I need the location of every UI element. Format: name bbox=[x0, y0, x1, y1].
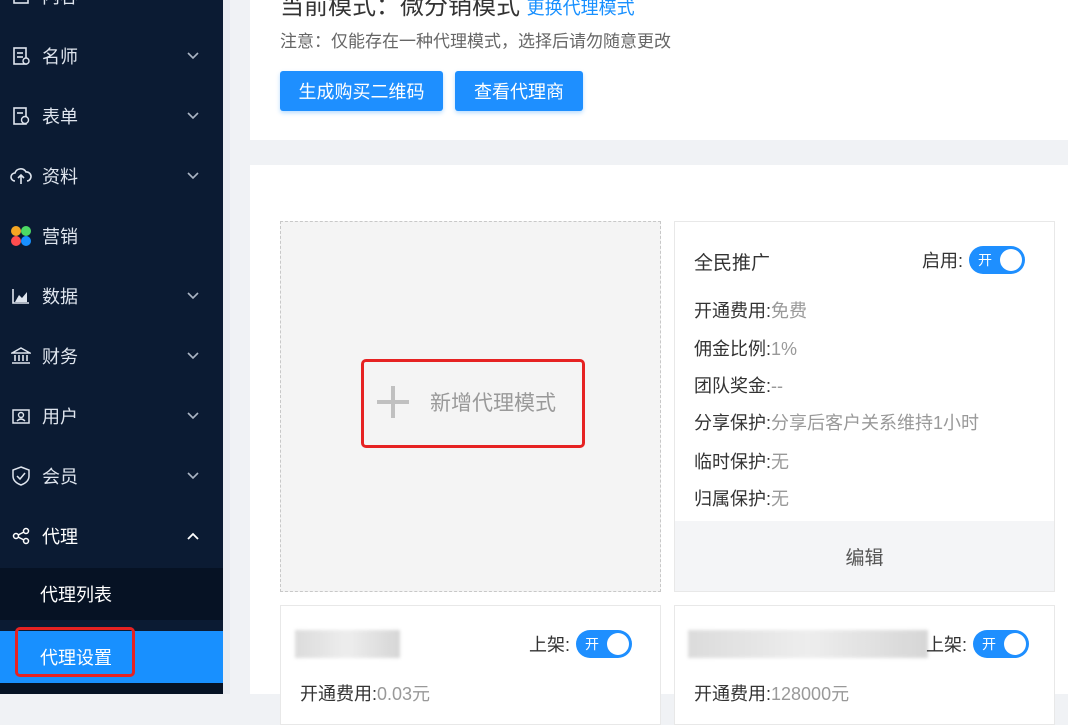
mode-header-panel bbox=[250, 0, 1068, 140]
sidebar-item-teacher[interactable]: 名师 bbox=[0, 26, 223, 86]
sidebar-sub-next bbox=[0, 683, 223, 694]
sidebar-item-label: 代理 bbox=[42, 527, 78, 547]
toggle-on-text: 开 bbox=[978, 252, 993, 268]
enable-toggle[interactable]: 开 bbox=[969, 246, 1026, 274]
sidebar-item-materials[interactable]: 资料 bbox=[0, 146, 223, 206]
info-row-share-protect: 分享保护:分享后客户关系维持1小时 bbox=[694, 409, 979, 435]
sidebar-item-data[interactable]: 数据 bbox=[0, 266, 223, 326]
chevron-up-icon bbox=[185, 532, 201, 540]
chevron-down-icon bbox=[185, 472, 201, 480]
row-value: 0.03元 bbox=[377, 684, 431, 704]
toggle-knob bbox=[1000, 249, 1023, 271]
shelf-toggle[interactable]: 开 bbox=[973, 630, 1030, 658]
content-icon bbox=[10, 0, 32, 7]
sidebar-item-label: 会员 bbox=[42, 467, 78, 487]
marketing-color-icon bbox=[10, 225, 32, 247]
sidebar-item-label: 财务 bbox=[42, 347, 78, 367]
current-mode-text: 当前模式：微分销模式 bbox=[280, 0, 520, 20]
sidebar-item-label: 数据 bbox=[42, 287, 78, 307]
row-label: 分享保护: bbox=[694, 413, 772, 433]
chevron-down-icon bbox=[185, 292, 201, 300]
current-mode-title: 当前模式：微分销模式 更换代理模式 bbox=[280, 0, 635, 21]
product-card bbox=[674, 605, 1055, 725]
blurred-product-name bbox=[295, 630, 400, 658]
sidebar-item-label: 内容 bbox=[42, 0, 223, 9]
highlight-box-sidebar bbox=[15, 627, 135, 677]
toggle-knob bbox=[607, 633, 630, 655]
toggle-knob bbox=[1004, 633, 1027, 655]
toggle-on-text: 开 bbox=[982, 636, 997, 652]
row-label: 开通费用: bbox=[694, 301, 772, 321]
chevron-down-icon bbox=[185, 412, 201, 420]
sidebar-item-label: 营销 bbox=[42, 227, 78, 247]
sidebar-item-marketing[interactable]: 营销 bbox=[0, 206, 223, 266]
highlight-box-add bbox=[361, 359, 585, 448]
product-fee-row: 开通费用:0.03元 bbox=[300, 680, 430, 706]
blurred-product-name bbox=[688, 630, 928, 658]
bank-icon bbox=[10, 345, 32, 367]
row-value: 无 bbox=[771, 452, 790, 472]
info-row-temp-protect: 临时保护:无 bbox=[694, 448, 789, 474]
shelf-label: 上架: bbox=[529, 635, 571, 655]
form-icon bbox=[10, 105, 32, 127]
sidebar-item-members[interactable]: 会员 bbox=[0, 446, 223, 506]
row-value: 无 bbox=[771, 489, 790, 509]
mode-note: 注意：仅能存在一种代理模式，选择后请勿随意更改 bbox=[280, 32, 671, 51]
shield-icon bbox=[10, 465, 32, 487]
agent-mode-name: 全民推广 bbox=[694, 253, 771, 274]
shelf-toggle[interactable]: 开 bbox=[576, 630, 633, 658]
shelf-toggle-group: 上架: 开 bbox=[926, 630, 1030, 658]
row-value: 128000元 bbox=[771, 684, 850, 704]
row-label: 开通费用: bbox=[694, 684, 772, 704]
sidebar-item-label: 表单 bbox=[42, 107, 78, 127]
chevron-down-icon bbox=[185, 112, 201, 120]
row-label: 临时保护: bbox=[694, 452, 772, 472]
share-icon bbox=[10, 525, 32, 547]
edit-button[interactable]: 编辑 bbox=[675, 521, 1054, 591]
sidebar-item-content[interactable]: 内容 bbox=[0, 0, 223, 26]
chevron-down-icon bbox=[185, 52, 201, 60]
sidebar-item-label: 名师 bbox=[42, 47, 78, 67]
shelf-label: 上架: bbox=[926, 635, 968, 655]
row-label: 佣金比例: bbox=[694, 339, 772, 359]
row-label: 团队奖金: bbox=[694, 376, 772, 396]
sidebar: 内容 名师 表单 资料 营销 数据 bbox=[0, 0, 223, 694]
info-row-commission: 佣金比例:1% bbox=[694, 335, 797, 361]
generate-qr-button[interactable]: 生成购买二维码 bbox=[280, 71, 443, 111]
sidebar-item-agent[interactable]: 代理 bbox=[0, 506, 223, 566]
row-value: 免费 bbox=[771, 301, 808, 321]
sidebar-sub-label: 代理列表 bbox=[40, 585, 112, 605]
info-row-owner-protect: 归属保护:无 bbox=[694, 485, 789, 511]
sidebar-item-label: 资料 bbox=[42, 167, 78, 187]
sidebar-item-finance[interactable]: 财务 bbox=[0, 326, 223, 386]
row-value: 1% bbox=[771, 339, 798, 359]
row-label: 开通费用: bbox=[300, 684, 378, 704]
shelf-toggle-group: 上架: 开 bbox=[529, 630, 633, 658]
info-row-fee: 开通费用:免费 bbox=[694, 297, 807, 323]
sidebar-item-label: 用户 bbox=[42, 407, 78, 427]
sidebar-item-users[interactable]: 用户 bbox=[0, 386, 223, 446]
sidebar-sub-agent-list[interactable]: 代理列表 bbox=[0, 568, 223, 620]
sidebar-item-form[interactable]: 表单 bbox=[0, 86, 223, 146]
product-fee-row: 开通费用:128000元 bbox=[694, 680, 849, 706]
cloud-upload-icon bbox=[10, 165, 32, 187]
change-mode-link[interactable]: 更换代理模式 bbox=[527, 0, 635, 18]
chevron-down-icon bbox=[185, 352, 201, 360]
product-card bbox=[280, 605, 661, 725]
user-card-icon bbox=[10, 405, 32, 427]
enable-toggle-group: 启用: 开 bbox=[922, 246, 1026, 274]
chart-icon bbox=[10, 285, 32, 307]
info-row-team-bonus: 团队奖金:-- bbox=[694, 372, 783, 398]
teacher-icon bbox=[10, 45, 32, 67]
row-value: -- bbox=[771, 376, 784, 396]
view-agents-button[interactable]: 查看代理商 bbox=[455, 71, 583, 111]
row-value: 分享后客户关系维持1小时 bbox=[771, 413, 980, 433]
row-label: 归属保护: bbox=[694, 489, 772, 509]
sidebar-separator bbox=[223, 0, 230, 694]
chevron-down-icon bbox=[185, 172, 201, 180]
toggle-on-text: 开 bbox=[585, 636, 600, 652]
enable-label: 启用: bbox=[922, 251, 964, 271]
